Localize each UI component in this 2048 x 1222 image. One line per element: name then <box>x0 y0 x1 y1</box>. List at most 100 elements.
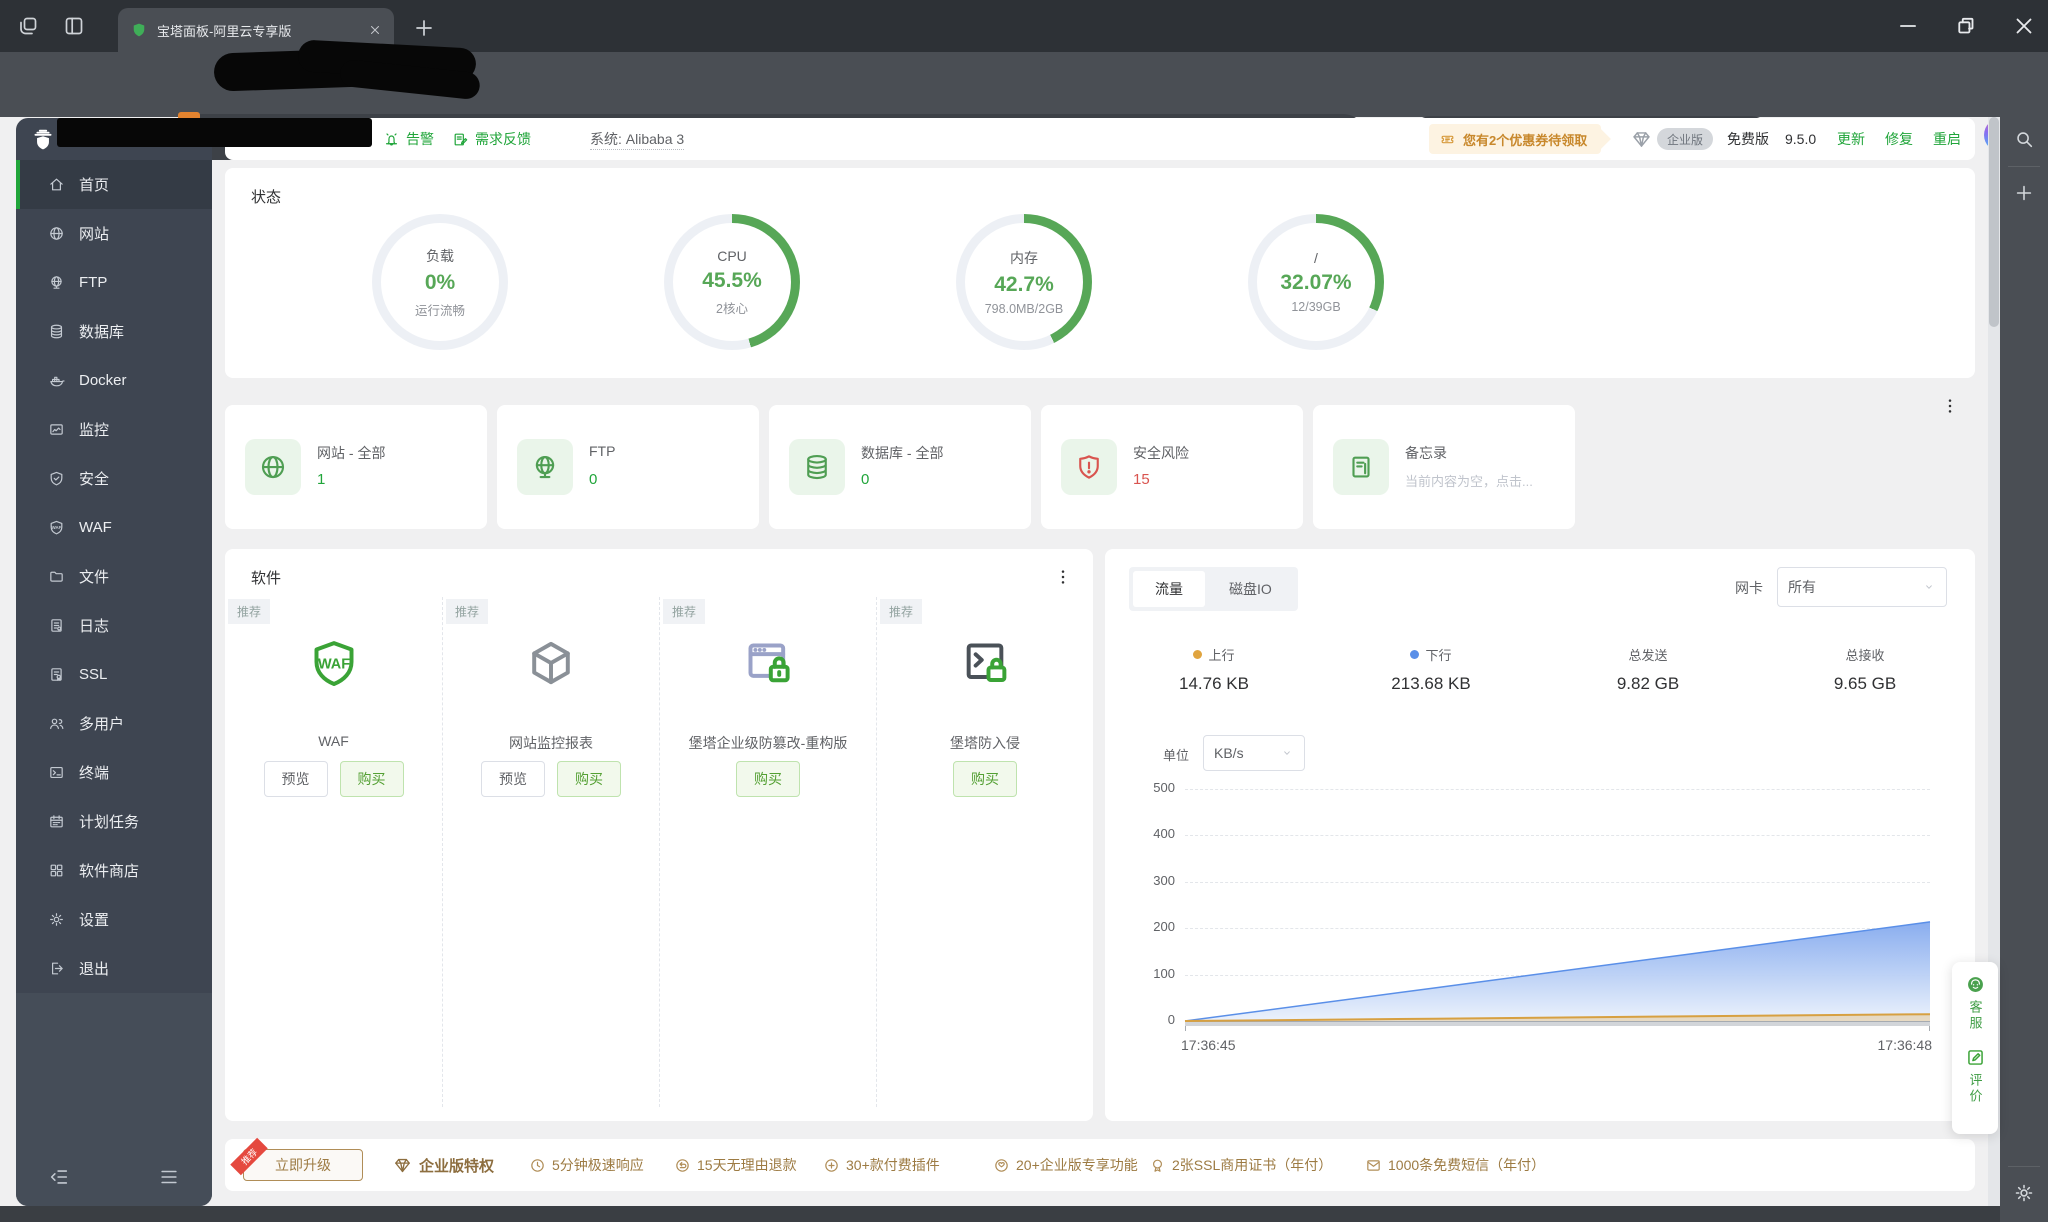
system-info[interactable]: 系统: Alibaba 3 <box>590 129 685 150</box>
version-label[interactable]: 9.5.0 <box>1785 118 1816 160</box>
software-more-icon[interactable] <box>1053 567 1073 587</box>
quick-card-title: 安全风险 <box>1133 445 1189 461</box>
sidebar-item-退出[interactable]: 退出 <box>16 944 212 993</box>
collapse-menu-icon[interactable] <box>48 1166 70 1188</box>
sidebar-item-WAF[interactable]: WAF WAF <box>16 503 212 552</box>
users-icon <box>48 715 65 732</box>
coupon-banner[interactable]: 您有2个优惠券待领取 <box>1429 124 1602 154</box>
panel-header-bar: 告警 需求反馈 系统: Alibaba 3 您有2个优惠券待领取 企业版 免费版… <box>225 118 1975 160</box>
coupon-ticket-icon <box>1439 131 1456 148</box>
perk-label: 15天无理由退款 <box>697 1157 797 1173</box>
edition-label: 免费版 <box>1727 131 1769 147</box>
perk-2张SSL商用证书（年付）: 2张SSL商用证书（年付） <box>1149 1139 1332 1191</box>
sidebar-item-网站[interactable]: 网站 <box>16 209 212 258</box>
buy-button[interactable]: 购买 <box>557 761 621 797</box>
preview-button[interactable]: 预览 <box>263 761 328 797</box>
stat-value: 213.68 KB <box>1391 674 1471 693</box>
sidebar-item-安全[interactable]: 安全 <box>16 454 212 503</box>
repair-link[interactable]: 修复 <box>1885 118 1913 160</box>
sidebar-item-SSL[interactable]: SSL <box>16 650 212 699</box>
gauge-内存[interactable]: 内存 42.7% 798.0MB/2GB <box>956 214 1092 350</box>
tab-close-icon[interactable] <box>368 23 382 37</box>
quick-card-数据库 - 全部[interactable]: 数据库 - 全部 0 <box>769 405 1031 529</box>
workspaces-icon[interactable] <box>16 14 40 38</box>
customer-service-label[interactable]: 客服 <box>1966 1000 1985 1032</box>
sidebar-item-设置[interactable]: 设置 <box>16 895 212 944</box>
sidebar-item-文件[interactable]: 文件 <box>16 552 212 601</box>
quick-card-安全风险[interactable]: 安全风险 15 <box>1041 405 1303 529</box>
sidebar-item-label: WAF <box>79 519 112 536</box>
sidebar-item-label: 设置 <box>79 912 110 929</box>
svg-text:WAF: WAF <box>52 525 62 530</box>
sidebar-item-label: 日志 <box>79 618 110 635</box>
sidebar-item-软件商店[interactable]: 软件商店 <box>16 846 212 895</box>
vertical-tabs-icon[interactable] <box>62 14 86 38</box>
review-label[interactable]: 评价 <box>1966 1073 1985 1105</box>
traffic-stat-总发送: 总发送 9.82 GB <box>1558 645 1738 694</box>
clock-icon <box>529 1157 546 1174</box>
sidebar-item-监控[interactable]: 监控 <box>16 405 212 454</box>
sidebar-add-icon[interactable] <box>2013 182 2035 204</box>
upgrade-button[interactable]: 立即升级 推荐 <box>230 1137 363 1181</box>
sidebar-item-label: 监控 <box>79 422 110 439</box>
chevron-down-icon <box>1280 746 1294 760</box>
globe-icon <box>48 225 65 242</box>
recommend-ribbon: 推荐 <box>230 1137 268 1176</box>
gauge-/[interactable]: / 32.07% 12/39GB <box>1248 214 1384 350</box>
gauge-负载[interactable]: 负载 0% 运行流畅 <box>372 214 508 350</box>
enterprise-diamond-icon <box>1631 129 1652 150</box>
nic-select[interactable]: 所有 <box>1777 567 1947 607</box>
traffic-chart: 17:36:45 17:36:48 0 100 200 300 400 500 <box>1153 780 1932 1053</box>
gauge-label: 内存 <box>1010 250 1038 266</box>
edge-sidebar <box>2000 100 2048 1222</box>
quick-card-网站 - 全部[interactable]: 网站 - 全部 1 <box>225 405 487 529</box>
quick-card-备忘录[interactable]: 备忘录 当前内容为空，点击... <box>1313 405 1575 529</box>
sidebar-item-计划任务[interactable]: 计划任务 <box>16 797 212 846</box>
buy-button[interactable]: 购买 <box>736 761 800 797</box>
sidebar-search-icon[interactable] <box>2013 128 2035 150</box>
sidebar-settings-icon[interactable] <box>2013 1182 2035 1204</box>
monitor-icon <box>48 421 65 438</box>
menu-style-icon[interactable] <box>158 1166 180 1188</box>
update-link[interactable]: 更新 <box>1837 118 1865 160</box>
perk-label: 20+企业版专享功能 <box>1016 1157 1138 1173</box>
review-pencil-icon[interactable] <box>1965 1047 1986 1068</box>
customer-service-icon[interactable] <box>1965 974 1986 995</box>
x-axis-start-label: 17:36:45 <box>1181 1037 1236 1053</box>
tab-disk-io[interactable]: 磁盘IO <box>1207 571 1294 607</box>
unit-select[interactable]: KB/s <box>1203 735 1305 771</box>
gauge-CPU[interactable]: CPU 45.5% 2核心 <box>664 214 800 350</box>
scrollbar-thumb[interactable] <box>1989 117 1999 327</box>
memo-icon <box>1346 452 1376 482</box>
tab-traffic[interactable]: 流量 <box>1133 571 1205 607</box>
software-card: 软件 推荐 WAF WAF 预览 购买 推荐 网站监控报表 预览 购买 推荐 堡塔企业级防篡改-重构… <box>225 549 1093 1121</box>
buy-button[interactable]: 购买 <box>339 761 404 797</box>
buy-button[interactable]: 购买 <box>953 761 1017 797</box>
alarm-link[interactable]: 告警 <box>383 118 434 160</box>
x-axis-end-label: 17:36:48 <box>1877 1037 1933 1053</box>
feedback-link[interactable]: 需求反馈 <box>452 118 531 160</box>
y-tick-label: 0 <box>1167 1012 1175 1027</box>
y-tick-label: 200 <box>1153 919 1175 935</box>
enterprise-privilege[interactable]: 企业版特权 <box>393 1139 494 1191</box>
software-name: 堡塔防入侵 <box>950 735 1020 751</box>
restore-icon[interactable] <box>1953 13 1979 39</box>
sidebar-item-日志[interactable]: 日志 <box>16 601 212 650</box>
chevron-down-icon <box>1922 580 1936 594</box>
sidebar-item-数据库[interactable]: 数据库 <box>16 307 212 356</box>
sidebar-item-FTP[interactable]: FTP <box>16 258 212 307</box>
restart-link[interactable]: 重启 <box>1933 118 1961 160</box>
new-tab-icon[interactable] <box>412 16 436 40</box>
preview-button[interactable]: 预览 <box>481 761 545 797</box>
sidebar-item-label: 退出 <box>79 961 110 978</box>
quick-card-FTP[interactable]: FTP 0 <box>497 405 759 529</box>
traffic-stat-总接收: 总接收 9.65 GB <box>1775 645 1955 694</box>
minimize-icon[interactable] <box>1895 13 1921 39</box>
sidebar-item-终端[interactable]: 终端 <box>16 748 212 797</box>
sidebar-item-Docker[interactable]: Docker <box>16 356 212 405</box>
terminal-icon <box>48 764 65 781</box>
quick-card-title: 数据库 - 全部 <box>861 445 944 461</box>
sidebar-item-多用户[interactable]: 多用户 <box>16 699 212 748</box>
sidebar-item-首页[interactable]: 首页 <box>16 160 212 209</box>
window-close-icon[interactable] <box>2011 13 2037 39</box>
